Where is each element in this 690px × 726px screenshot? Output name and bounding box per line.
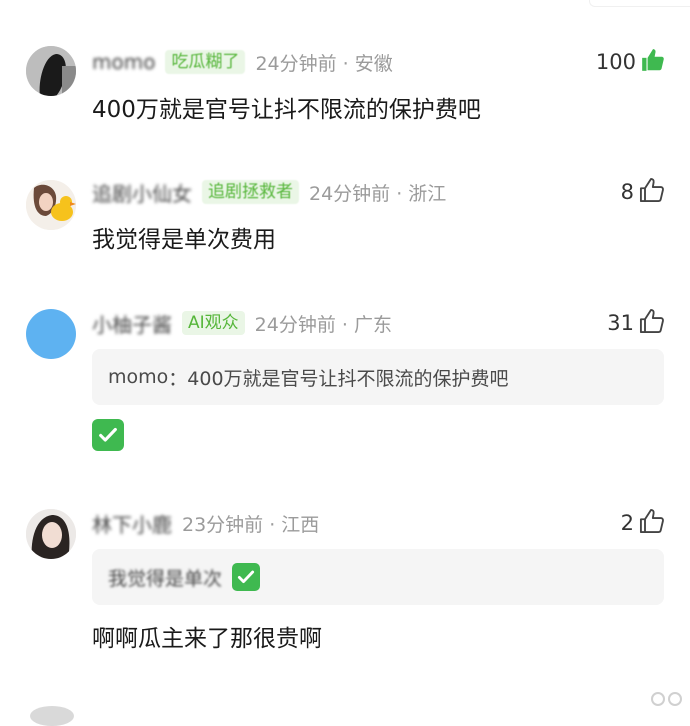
previous-element-edge — [589, 0, 690, 7]
watermark-logo-icon — [651, 692, 682, 706]
comment-header: 林下小鹿 23分钟前 · 江西 — [92, 507, 319, 539]
thumbs-up-icon — [634, 507, 666, 540]
like-button[interactable]: 2 — [621, 507, 666, 539]
username[interactable]: 小柚子酱 — [92, 309, 172, 338]
user-badge: 追剧拯救者 — [202, 180, 299, 204]
comment-item: momo 吃瓜糊了 24分钟前 · 安徽 100 400万就是官号让抖不限流的保… — [0, 46, 690, 136]
comment-meta: 23分钟前 · 江西 — [182, 513, 320, 536]
like-count: 100 — [595, 50, 636, 74]
username[interactable]: momo — [92, 50, 155, 74]
quote-text: 400万就是官号让抖不限流的保护费吧 — [187, 367, 509, 390]
comment-header: 追剧小仙女 追剧拯救者 24分钟前 · 浙江 — [92, 176, 446, 208]
quote-author: 我觉得是单次 — [108, 567, 223, 590]
comment-meta: 24分钟前 · 广东 — [254, 313, 392, 336]
quoted-comment[interactable]: momo ： 400万就是官号让抖不限流的保护费吧 — [92, 349, 664, 405]
comment-meta: 24分钟前 · 安徽 — [255, 52, 393, 75]
avatar[interactable] — [26, 309, 76, 359]
quote-author: momo — [108, 366, 169, 388]
thumbs-up-icon — [636, 47, 666, 78]
quoted-comment[interactable]: 我觉得是单次 — [92, 549, 664, 605]
comment-text: 我觉得是单次费用 — [92, 227, 276, 253]
watermark — [651, 692, 682, 706]
comment-text: 400万就是官号让抖不限流的保护费吧 — [92, 97, 481, 123]
thumbs-up-icon — [634, 176, 666, 209]
username[interactable]: 林下小鹿 — [92, 509, 172, 538]
comment-text: 啊啊瓜主来了那很贵啊 — [92, 626, 322, 652]
comment-item: 林下小鹿 23分钟前 · 江西 2 我觉得是单次 啊啊瓜主来了那很贵啊 — [0, 507, 690, 657]
comment-meta: 24分钟前 · 浙江 — [309, 182, 447, 205]
check-mark-button-icon — [232, 563, 261, 591]
thumbs-up-icon — [634, 307, 666, 340]
avatar[interactable] — [26, 46, 76, 96]
like-count: 2 — [620, 511, 634, 535]
user-badge: 吃瓜糊了 — [165, 50, 246, 74]
user-badge: AI观众 — [182, 311, 245, 335]
comment-item: 追剧小仙女 追剧拯救者 24分钟前 · 浙江 8 我觉得是单次费用 — [0, 176, 690, 256]
comment-header: momo 吃瓜糊了 24分钟前 · 安徽 — [92, 46, 393, 78]
like-button[interactable]: 8 — [621, 176, 666, 208]
like-count: 31 — [607, 311, 634, 335]
like-count: 8 — [620, 180, 634, 204]
check-mark-button-icon — [92, 419, 124, 451]
next-comment-avatar-partial — [30, 706, 74, 726]
comment-header: 小柚子酱 AI观众 24分钟前 · 广东 — [92, 307, 392, 339]
quote-separator: ： — [168, 367, 188, 390]
comment-item: 小柚子酱 AI观众 24分钟前 · 广东 31 momo ： 400万就是官号让… — [0, 307, 690, 457]
like-button[interactable]: 31 — [607, 307, 666, 339]
reply-content — [92, 419, 124, 451]
avatar[interactable] — [26, 509, 76, 559]
like-button[interactable]: 100 — [596, 46, 666, 78]
username[interactable]: 追剧小仙女 — [92, 178, 192, 207]
avatar[interactable] — [26, 180, 76, 230]
